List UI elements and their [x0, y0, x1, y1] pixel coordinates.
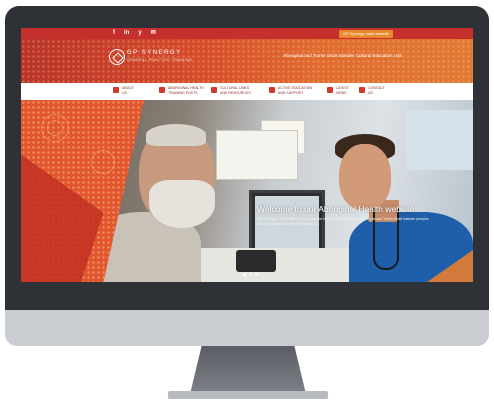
main-navigation: ABOUT US ABORIGINAL HEALTH TRAINING POST… [21, 83, 473, 101]
slide-dot[interactable] [243, 273, 246, 276]
patient-beard [149, 180, 215, 228]
hero-subtitle: GP Synergy is committed to improving the… [257, 217, 429, 226]
nav-item-active-education[interactable]: ACTIVE EDUCATION AND SUPPORT [269, 86, 316, 95]
social-links: f in y ✉ [113, 29, 156, 38]
phone-icon [359, 87, 365, 93]
top-bar: f in y ✉ GP Synergy main website [21, 28, 473, 39]
slider-pagination [243, 273, 258, 276]
site-header: GP SYNERGY GENERAL PRACTICE TRAINING Abo… [21, 39, 473, 83]
people-icon [113, 87, 119, 93]
hero-banner: Welcome to our Aboriginal Health website… [21, 100, 473, 282]
website-screen: f in y ✉ GP Synergy main website GP SYNE… [21, 28, 473, 282]
desk-phone [236, 250, 276, 272]
wall-noticeboard [216, 130, 298, 180]
main-website-button[interactable]: GP Synergy main website [339, 30, 393, 38]
monitor-bezel: f in y ✉ GP Synergy main website GP SYNE… [5, 6, 489, 310]
news-icon [327, 87, 333, 93]
desktop-monitor: f in y ✉ GP Synergy main website GP SYNE… [5, 6, 489, 346]
doctor-head [339, 144, 391, 210]
stethoscope-icon [159, 87, 165, 93]
nav-item-label: CONTACT US [368, 86, 385, 95]
twitter-icon[interactable]: y [138, 29, 141, 38]
brand-name[interactable]: GP SYNERGY [127, 50, 182, 56]
monitor-chin [5, 310, 489, 346]
facebook-icon[interactable]: f [113, 29, 115, 38]
logo-icon[interactable] [109, 49, 125, 65]
nav-item-label: ABORIGINAL HEALTH TRAINING POSTS [168, 86, 204, 95]
nav-item-label: CULTURAL LINKS AND RESOURCES [220, 86, 251, 95]
patient-hair [146, 124, 206, 146]
nav-item-contact-us[interactable]: CONTACT US [359, 86, 406, 95]
brand-subtitle: GENERAL PRACTICE TRAINING [127, 58, 193, 62]
email-icon[interactable]: ✉ [151, 29, 156, 38]
chat-icon [269, 87, 275, 93]
nav-item-label: ABOUT US [122, 86, 135, 95]
nav-item-label: ACTIVE EDUCATION AND SUPPORT [278, 86, 312, 95]
hero-title: Welcome to our Aboriginal Health website [257, 204, 415, 214]
nav-item-about-us[interactable]: ABOUT US [113, 86, 160, 95]
linkedin-icon[interactable]: in [124, 29, 129, 38]
clinic-window [406, 110, 473, 170]
nav-item-training-posts[interactable]: ABORIGINAL HEALTH TRAINING POSTS [159, 86, 206, 95]
nav-item-cultural-links[interactable]: CULTURAL LINKS AND RESOURCES [211, 86, 258, 95]
slide-dot[interactable] [249, 273, 252, 276]
monitor-stand-base [168, 391, 328, 399]
aboriginal-dot-pattern [21, 39, 473, 83]
monitor-stand-neck [190, 346, 306, 394]
unit-tagline: Aboriginal and Torres Strait Islander Cu… [283, 53, 402, 58]
slide-dot[interactable] [255, 273, 258, 276]
book-icon [211, 87, 217, 93]
